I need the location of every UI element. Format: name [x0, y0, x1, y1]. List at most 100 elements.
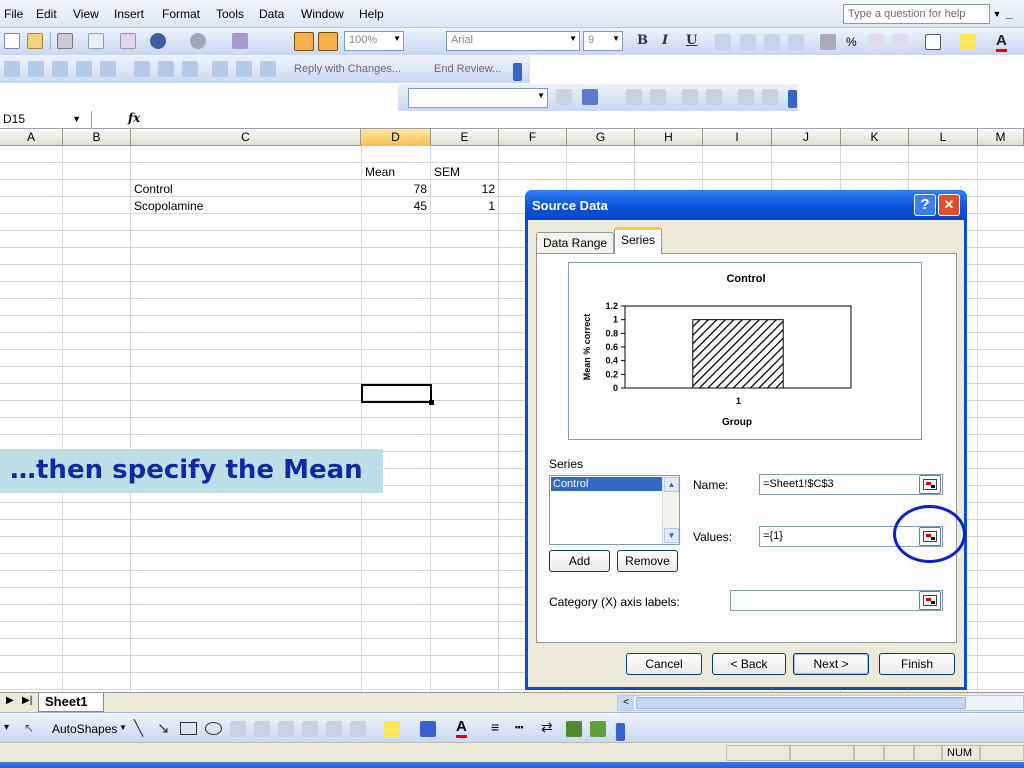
comment-icon[interactable] [4, 61, 20, 77]
format-painter-icon[interactable] [120, 33, 136, 49]
dialog-title-bar[interactable]: Source Data ? ✕ [525, 190, 967, 220]
clip-art-icon[interactable] [302, 721, 318, 737]
toolbar-options-icon[interactable] [788, 90, 797, 108]
menu-format[interactable]: Format [162, 7, 200, 21]
horizontal-scrollbar[interactable]: < [617, 695, 1024, 711]
hyperlink-icon[interactable] [232, 33, 248, 49]
scroll-down-icon[interactable]: ▼ [664, 528, 679, 543]
help-dropdown-icon[interactable]: ▼ [990, 4, 1004, 24]
series-listbox[interactable]: Control ▲ ▼ [549, 475, 680, 545]
column-header-k[interactable]: K [841, 129, 909, 146]
reject-icon[interactable] [182, 61, 198, 77]
oval-icon[interactable] [205, 722, 222, 735]
finish-button[interactable]: Finish [879, 653, 955, 675]
zoom-select[interactable]: 100% ▼ [344, 31, 404, 51]
wordart-icon[interactable] [254, 721, 270, 737]
column-header-b[interactable]: B [63, 129, 131, 146]
column-header-h[interactable]: H [635, 129, 703, 146]
series-name-input[interactable]: =Sheet1!$C$3 [759, 474, 943, 495]
delete-comment-icon[interactable] [100, 61, 116, 77]
select-objects-icon[interactable]: ↖ [24, 721, 34, 735]
autoshapes-dropdown-icon[interactable]: ▼ [119, 723, 127, 732]
print-preview-icon[interactable] [260, 61, 276, 77]
borders-icon[interactable] [925, 34, 941, 50]
chart-objects-select[interactable]: ▼ [408, 88, 548, 108]
column-header-c[interactable]: C [131, 129, 361, 146]
print-icon[interactable] [57, 33, 73, 49]
scroll-thumb[interactable] [636, 697, 966, 709]
tab-data-range[interactable]: Data Range [536, 232, 615, 253]
show-comments-icon[interactable] [76, 61, 92, 77]
column-header-l[interactable]: L [909, 129, 978, 146]
name-collapse-dialog-button[interactable] [919, 475, 941, 494]
scroll-up-icon[interactable]: ▲ [664, 477, 679, 492]
angle-text-up-icon[interactable] [762, 89, 778, 105]
menu-help[interactable]: Help [359, 7, 384, 21]
cancel-button[interactable]: Cancel [626, 653, 702, 675]
new-icon[interactable] [4, 33, 20, 49]
angle-text-down-icon[interactable] [738, 89, 754, 105]
menu-insert[interactable]: Insert [114, 7, 144, 21]
column-header-f[interactable]: F [499, 129, 567, 146]
send-icon[interactable] [212, 61, 228, 77]
chart-wizard-icon[interactable] [294, 32, 314, 51]
dash-style-icon[interactable]: ┅ [515, 719, 523, 736]
diagram-icon[interactable] [278, 721, 294, 737]
rectangle-icon[interactable] [180, 722, 197, 735]
italic-button[interactable]: I [662, 33, 668, 48]
cell-e4[interactable]: 1 [431, 198, 495, 215]
menu-tools[interactable]: Tools [216, 7, 244, 21]
font-size-select[interactable]: 9 ▼ [583, 31, 623, 51]
align-left-icon[interactable] [715, 34, 731, 50]
column-header-d[interactable]: D [361, 129, 431, 146]
currency-icon[interactable] [820, 34, 836, 50]
cell-c3[interactable]: Control [134, 181, 173, 198]
decrease-decimal-icon[interactable] [892, 34, 908, 50]
toolbar-options-icon[interactable] [616, 723, 625, 741]
cell-c4[interactable]: Scopolamine [134, 198, 203, 215]
close-icon[interactable]: ✕ [938, 194, 960, 216]
series-scrollbar[interactable]: ▲ ▼ [662, 476, 679, 544]
menu-edit[interactable]: Edit [36, 7, 57, 21]
draw-menu-icon[interactable]: ▾ [4, 722, 9, 733]
help-search-input[interactable]: Type a question for help [843, 4, 990, 24]
format-chart-area-icon[interactable] [556, 89, 572, 105]
chart-type-icon[interactable] [582, 89, 598, 105]
undo-icon[interactable] [150, 33, 166, 49]
font-select[interactable]: Arial ▼ [446, 31, 580, 51]
redo-icon[interactable] [190, 33, 206, 49]
track-icon[interactable] [134, 61, 150, 77]
cell-e2[interactable]: SEM [434, 164, 460, 181]
accept-icon[interactable] [158, 61, 174, 77]
cell-d3[interactable]: 78 [362, 181, 427, 198]
shadow-style-icon[interactable] [566, 721, 582, 737]
menu-data[interactable]: Data [259, 7, 284, 21]
name-box[interactable]: D15 ▼ [0, 111, 92, 128]
help-icon[interactable]: ? [914, 194, 936, 216]
cell-d4[interactable]: 45 [362, 198, 427, 215]
mail-icon[interactable] [236, 61, 252, 77]
cell-d2[interactable]: Mean [365, 164, 395, 181]
drawing-icon[interactable] [318, 32, 338, 51]
add-series-button[interactable]: Add [549, 550, 610, 572]
open-icon[interactable] [27, 33, 43, 49]
category-collapse-dialog-button[interactable] [919, 591, 941, 610]
column-header-i[interactable]: I [703, 129, 772, 146]
align-center-icon[interactable] [740, 34, 756, 50]
column-header-a[interactable]: A [0, 129, 63, 146]
column-header-m[interactable]: M [978, 129, 1024, 146]
last-sheet-icon[interactable]: ▶| [22, 695, 32, 706]
insert-picture-icon[interactable] [326, 721, 342, 737]
insert-function-icon[interactable]: fx [128, 111, 140, 125]
increase-decimal-icon[interactable] [868, 34, 884, 50]
edit-points-icon[interactable] [350, 721, 366, 737]
column-header-g[interactable]: G [567, 129, 635, 146]
fill-color-icon[interactable] [384, 721, 400, 737]
comment3-icon[interactable] [52, 61, 68, 77]
arrow-icon[interactable]: ↘ [157, 719, 170, 737]
line-icon[interactable]: ╲ [134, 719, 143, 737]
align-right-icon[interactable] [764, 34, 780, 50]
text-box-icon[interactable] [230, 721, 246, 737]
menu-window[interactable]: Window [301, 7, 344, 21]
remove-series-button[interactable]: Remove [617, 550, 678, 572]
